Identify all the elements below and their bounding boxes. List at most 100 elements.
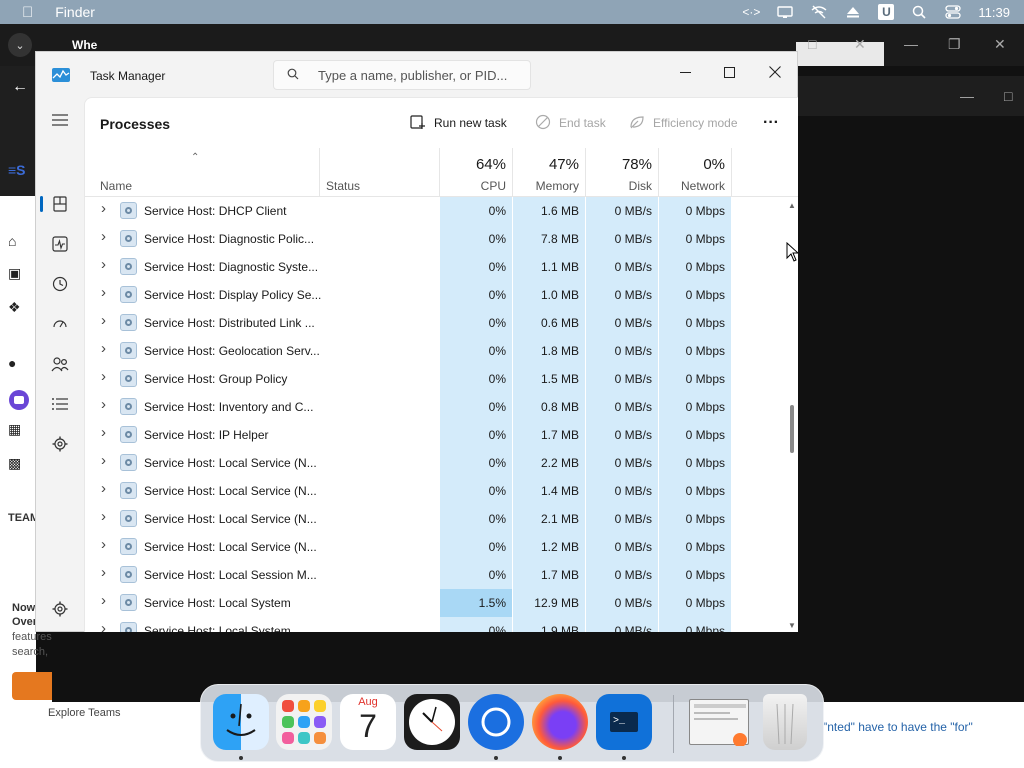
disk-column-header[interactable]: 78% Disk (586, 148, 658, 197)
column-separator[interactable] (731, 148, 732, 197)
table-row[interactable]: › Service Host: Local Service (N... 0% 2.1 … (85, 505, 785, 533)
calendar-dock-icon[interactable]: Aug 7 (340, 694, 396, 750)
table-row[interactable]: › Service Host: Inventory and C... 0% 0.8 M… (85, 393, 785, 421)
questions-icon[interactable]: ▣ (8, 265, 26, 283)
maximize-button[interactable] (706, 58, 752, 86)
users-icon[interactable]: ● (8, 355, 26, 373)
firefox-dock-icon[interactable] (532, 694, 588, 750)
table-row[interactable]: › Service Host: Geolocation Serv... 0% 1.8 … (85, 337, 785, 365)
code-icon[interactable]: <·> (742, 5, 760, 19)
memory-column-header[interactable]: 47% Memory (513, 148, 585, 197)
vertical-scrollbar[interactable]: ▲ ▼ (785, 197, 798, 632)
table-row[interactable]: › Service Host: Local Service (N... 0% 1.2 … (85, 533, 785, 561)
finder-dock-icon[interactable] (213, 694, 269, 750)
end-task-button[interactable]: End task (535, 114, 606, 132)
editor-maximize-icon[interactable]: □ (1004, 88, 1012, 104)
expand-chevron-icon[interactable]: › (101, 284, 106, 301)
name-column-header[interactable]: ⌃ Name (85, 148, 319, 197)
clock-dock-icon[interactable] (404, 694, 460, 750)
browser-restore-icon[interactable]: ❐ (948, 36, 961, 53)
scrollbar-thumb[interactable] (790, 405, 794, 453)
expand-chevron-icon[interactable]: › (101, 536, 106, 553)
table-row[interactable]: › Service Host: Local System 0% 1.9 MB 0 MB/… (85, 617, 785, 632)
expand-chevron-icon[interactable]: › (101, 480, 106, 497)
settings-gear-icon[interactable] (44, 639, 76, 669)
expand-chevron-icon[interactable]: › (101, 564, 106, 581)
performance-nav-icon[interactable] (44, 229, 76, 259)
efficiency-mode-button[interactable]: Efficiency mode (629, 114, 738, 132)
processes-nav-icon[interactable] (44, 189, 76, 219)
expand-chevron-icon[interactable]: › (101, 200, 106, 217)
users-nav-icon[interactable] (44, 349, 76, 379)
minimized-window-thumbnail[interactable] (689, 699, 749, 746)
articles-icon[interactable]: ▩ (8, 455, 26, 473)
services-nav-icon[interactable] (44, 429, 76, 459)
control-center-icon[interactable] (944, 5, 962, 19)
expand-chevron-icon[interactable]: › (101, 396, 106, 413)
browser-minimize-icon[interactable]: — (904, 36, 918, 52)
scroll-down-arrow-icon[interactable]: ▼ (788, 621, 796, 630)
back-arrow-icon[interactable]: ← (12, 78, 28, 96)
apple-menu-icon[interactable]:  (22, 4, 33, 21)
search-box[interactable] (273, 60, 531, 90)
wifi-off-icon[interactable] (810, 5, 828, 19)
table-row[interactable]: › Service Host: Display Policy Se... 0% 1.0… (85, 281, 785, 309)
close-button[interactable] (752, 58, 798, 86)
minimize-button[interactable] (662, 58, 708, 86)
app-history-nav-icon[interactable] (44, 269, 76, 299)
expand-chevron-icon[interactable]: › (101, 424, 106, 441)
table-row[interactable]: › Service Host: Local Service (N... 0% 1.4 … (85, 477, 785, 505)
expand-chevron-icon[interactable]: › (101, 256, 106, 273)
table-row[interactable]: › Service Host: Group Policy 0% 1.5 MB 0 MB/… (85, 365, 785, 393)
expand-chevron-icon[interactable]: › (101, 452, 106, 469)
table-row[interactable]: › Service Host: IP Helper 0% 1.7 MB 0 MB/s 0 … (85, 421, 785, 449)
background-close-icon[interactable]: ✕ (854, 36, 866, 53)
trash-dock-icon[interactable] (763, 694, 807, 750)
expand-chevron-icon[interactable]: › (101, 620, 106, 632)
table-row[interactable]: › Service Host: Local Service (N... 0% 2.2 … (85, 449, 785, 477)
menu-bar-clock[interactable]: 11:39 (978, 5, 1010, 20)
home-icon[interactable]: ⌂ (8, 233, 26, 251)
u-badge-icon[interactable]: U (878, 4, 895, 20)
display-icon[interactable] (776, 5, 794, 19)
chromium-dock-icon[interactable] (468, 694, 524, 750)
cpu-column-header[interactable]: 64% CPU (440, 148, 512, 197)
editor-minimize-icon[interactable]: — (960, 88, 974, 104)
status-column-header[interactable]: Status (320, 148, 439, 197)
launchpad-dock-icon[interactable] (276, 694, 332, 750)
table-row[interactable]: › Service Host: Local System 1.5% 12.9 MB 0 … (85, 589, 785, 617)
promo-button[interactable] (12, 672, 52, 700)
table-row[interactable]: › Service Host: Diagnostic Syste... 0% 1.1 … (85, 253, 785, 281)
expand-chevron-icon[interactable]: › (101, 340, 106, 357)
table-row[interactable]: › Service Host: Diagnostic Polic... 0% 7.8 … (85, 225, 785, 253)
hamburger-menu-icon[interactable] (44, 105, 76, 135)
settings-gear-icon[interactable] (44, 594, 76, 624)
scroll-up-arrow-icon[interactable]: ▲ (788, 201, 796, 210)
network-column-header[interactable]: 0% Network (659, 148, 731, 197)
expand-chevron-icon[interactable]: › (101, 228, 106, 245)
table-row[interactable]: › Service Host: DHCP Client 0% 1.6 MB 0 MB/s… (85, 197, 785, 225)
task-manager-titlebar[interactable]: Task Manager (36, 52, 799, 97)
expand-chevron-icon[interactable]: › (101, 592, 106, 609)
more-options-button[interactable]: ··· (763, 114, 779, 132)
tab-list-chevron-icon[interactable]: ⌄ (8, 33, 32, 57)
site-logo-icon[interactable]: ≡S (8, 162, 26, 178)
expand-chevron-icon[interactable]: › (101, 508, 106, 525)
explore-teams-link[interactable]: Explore Teams (48, 707, 121, 719)
table-row[interactable]: › Service Host: Distributed Link ... 0% 0.6… (85, 309, 785, 337)
run-new-task-button[interactable]: Run new task (410, 114, 507, 132)
details-nav-icon[interactable] (44, 389, 76, 419)
spotlight-search-icon[interactable] (910, 5, 928, 19)
background-maximize-icon[interactable]: □ (808, 36, 816, 52)
background-tab-title[interactable]: Whe (72, 38, 112, 52)
companies-icon[interactable]: ▦ (8, 421, 26, 439)
tags-icon[interactable]: ❖ (8, 299, 26, 317)
eject-icon[interactable] (844, 5, 862, 19)
expand-chevron-icon[interactable]: › (101, 312, 106, 329)
terminal-dock-icon[interactable]: >_ (596, 694, 652, 750)
browser-close-icon[interactable]: ✕ (994, 36, 1006, 53)
search-input[interactable] (318, 66, 523, 84)
expand-chevron-icon[interactable]: › (101, 368, 106, 385)
active-app-name[interactable]: Finder (55, 4, 95, 20)
table-row[interactable]: › Service Host: Local Session M... 0% 1.7 M… (85, 561, 785, 589)
